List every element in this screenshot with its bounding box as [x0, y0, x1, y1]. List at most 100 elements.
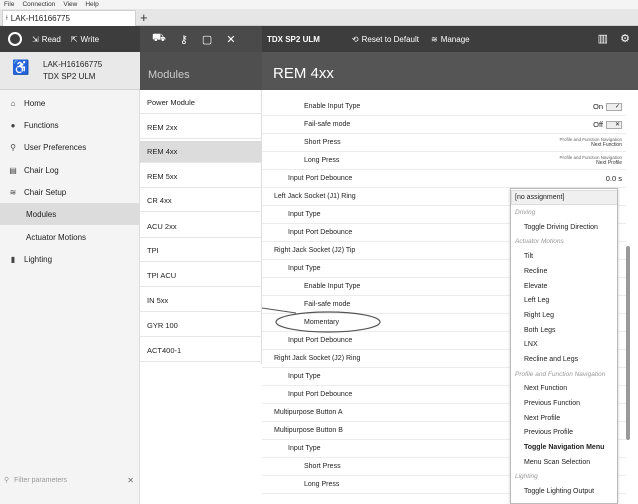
manage-icon: ≋: [430, 34, 438, 44]
menu-connection[interactable]: Connection: [22, 0, 55, 9]
menu-bar: File Connection View Help: [0, 0, 638, 9]
new-tab-button[interactable]: +: [140, 9, 148, 26]
dropdown-option[interactable]: Elevate: [511, 279, 617, 294]
tab-bar: ⍿ LAK-H16166775 +: [0, 9, 638, 26]
module-item[interactable]: REM 2xx: [140, 117, 262, 139]
menu-file[interactable]: File: [4, 0, 14, 9]
read-icon: ⇲: [32, 34, 39, 44]
manage-button[interactable]: ≋ Manage: [431, 35, 470, 44]
sidebar-item-label: Actuator Motions: [26, 232, 87, 242]
write-button[interactable]: ⇱ Write: [71, 35, 99, 44]
keys-icon[interactable]: ⚷: [180, 33, 188, 46]
param-value[interactable]: Off ✕: [593, 120, 622, 129]
module-item[interactable]: CR 4xx: [140, 190, 262, 212]
param-row[interactable]: Short Press Profile and Function Navigat…: [262, 134, 626, 152]
dropdown-option[interactable]: Previous Function: [511, 396, 617, 411]
log-icon: ▤: [9, 165, 17, 175]
param-row[interactable]: Long Press Profile and Function Navigati…: [262, 152, 626, 170]
param-label: Input Type: [288, 445, 321, 452]
module-item[interactable]: TPI ACU: [140, 265, 262, 287]
reset-to-default-button[interactable]: ⟲ Reset to Default: [352, 35, 419, 44]
module-item[interactable]: Power Module: [140, 92, 262, 114]
dropdown-option[interactable]: LNX: [511, 337, 617, 352]
toggle-check[interactable]: ✓: [606, 102, 622, 111]
param-value[interactable]: On ✓: [593, 102, 622, 111]
dropdown-option[interactable]: Tilt: [511, 249, 617, 264]
sidebar-item-label: User Preferences: [24, 142, 87, 152]
dropdown-option[interactable]: Next Profile: [511, 411, 617, 426]
dropdown-scrollbar[interactable]: [626, 246, 630, 440]
module-item[interactable]: TPI: [140, 240, 262, 262]
tab-label: LAK-H16166775: [10, 14, 70, 23]
sidebar-item-home[interactable]: ⌂ Home: [0, 92, 140, 114]
dropdown-option[interactable]: Left Leg: [511, 293, 617, 308]
dropdown-option[interactable]: Recline: [511, 264, 617, 279]
wheelchair-icon: ♿: [12, 59, 30, 75]
sidebar-item-user-preferences[interactable]: ⚲ User Preferences: [0, 136, 140, 158]
param-label: Long Press: [304, 157, 340, 164]
param-value-text: Off: [593, 120, 603, 129]
param-row[interactable]: Input Port Debounce 0.0 s: [262, 170, 626, 188]
window-icon[interactable]: ▢: [202, 33, 212, 46]
modules-list: Power Module REM 2xx REM 4xx REM 5xx CR …: [140, 90, 262, 364]
dropdown-option[interactable]: Both Legs: [511, 323, 617, 338]
module-item[interactable]: ACT400-1: [140, 340, 262, 362]
clear-icon[interactable]: ✕: [127, 476, 134, 485]
dropdown-option[interactable]: Toggle Lighting Output: [511, 484, 617, 499]
module-item[interactable]: ACU 2xx: [140, 216, 262, 238]
param-select[interactable]: Profile and Function Navigation Next Fun…: [559, 137, 622, 148]
sidebar-item-actuator-motions[interactable]: Actuator Motions: [0, 226, 140, 248]
param-label: Input Port Debounce: [288, 391, 353, 398]
param-label: Input Type: [288, 265, 321, 272]
filter-input[interactable]: ⚲ Filter parameters ✕: [4, 472, 136, 488]
dropdown-option[interactable]: Toggle Driving Direction: [511, 220, 617, 235]
device-panel: ♿ LAK-H16166775 TDX SP2 ULM: [0, 52, 140, 90]
sidebar-item-lighting[interactable]: ▮ Lighting: [0, 248, 140, 270]
settings-icon[interactable]: ⚙: [620, 32, 630, 45]
param-label: Short Press: [304, 139, 341, 146]
sidebar-item-label: Functions: [24, 120, 59, 130]
menu-help[interactable]: Help: [85, 0, 98, 9]
tab-device[interactable]: ⍿ LAK-H16166775: [2, 10, 136, 26]
dropdown-option[interactable]: Right Leg: [511, 308, 617, 323]
dropdown-option[interactable]: Recline and Legs: [511, 352, 617, 367]
sidebar-item-functions[interactable]: ● Functions: [0, 114, 140, 136]
sidebar-item-chair-log[interactable]: ▤ Chair Log: [0, 159, 140, 181]
dropdown-group: Driving: [515, 208, 536, 216]
read-button[interactable]: ⇲ Read: [32, 35, 61, 44]
menu-view[interactable]: View: [63, 0, 77, 9]
param-label: Multipurpose Button B: [274, 427, 343, 434]
manage-label: Manage: [440, 34, 470, 44]
dropdown-option[interactable]: [no assignment]: [511, 190, 617, 205]
module-item[interactable]: REM 4xx: [140, 141, 262, 163]
sidebar-item-label: Modules: [26, 209, 57, 219]
sidebar-item-chair-setup[interactable]: ≋ Chair Setup: [0, 181, 140, 203]
sidebar-item-modules[interactable]: Modules: [0, 203, 140, 225]
param-label: Right Jack Socket (J2) Ring: [274, 355, 361, 362]
dropdown-option[interactable]: Previous Profile: [511, 425, 617, 440]
connect-icon[interactable]: [8, 32, 22, 46]
close-icon[interactable]: ✕: [226, 33, 235, 46]
dropdown-option[interactable]: Next Function: [511, 381, 617, 396]
param-value[interactable]: 0.0 s: [606, 174, 622, 183]
report-icon[interactable]: ▥: [598, 32, 608, 45]
device-model: TDX SP2 ULM: [43, 72, 96, 81]
sidebar-item-label: Home: [24, 98, 46, 108]
toggle-check[interactable]: ✕: [606, 120, 622, 129]
param-select[interactable]: Profile and Function Navigation Next Pro…: [559, 155, 622, 166]
param-label: Input Type: [288, 211, 321, 218]
chair-icon[interactable]: ⛟: [152, 32, 166, 46]
param-row[interactable]: Fail-safe mode Off ✕: [262, 116, 626, 134]
module-item[interactable]: GYR 100: [140, 315, 262, 337]
modules-header: Modules: [140, 52, 262, 90]
module-item[interactable]: IN 5xx: [140, 290, 262, 312]
param-label: Input Port Debounce: [288, 229, 353, 236]
dropdown-option[interactable]: Toggle Navigation Menu: [511, 440, 617, 455]
dropdown-option[interactable]: Menu Scan Selection: [511, 455, 617, 470]
function-dropdown[interactable]: [no assignment] Driving Toggle Driving D…: [510, 188, 618, 504]
sidebar-item-label: Chair Setup: [24, 187, 67, 197]
param-row[interactable]: Enable Input Type On ✓: [262, 98, 626, 116]
param-label: Fail-safe mode: [304, 121, 351, 128]
module-item[interactable]: REM 5xx: [140, 166, 262, 188]
param-select-value: Next Function: [591, 142, 622, 148]
